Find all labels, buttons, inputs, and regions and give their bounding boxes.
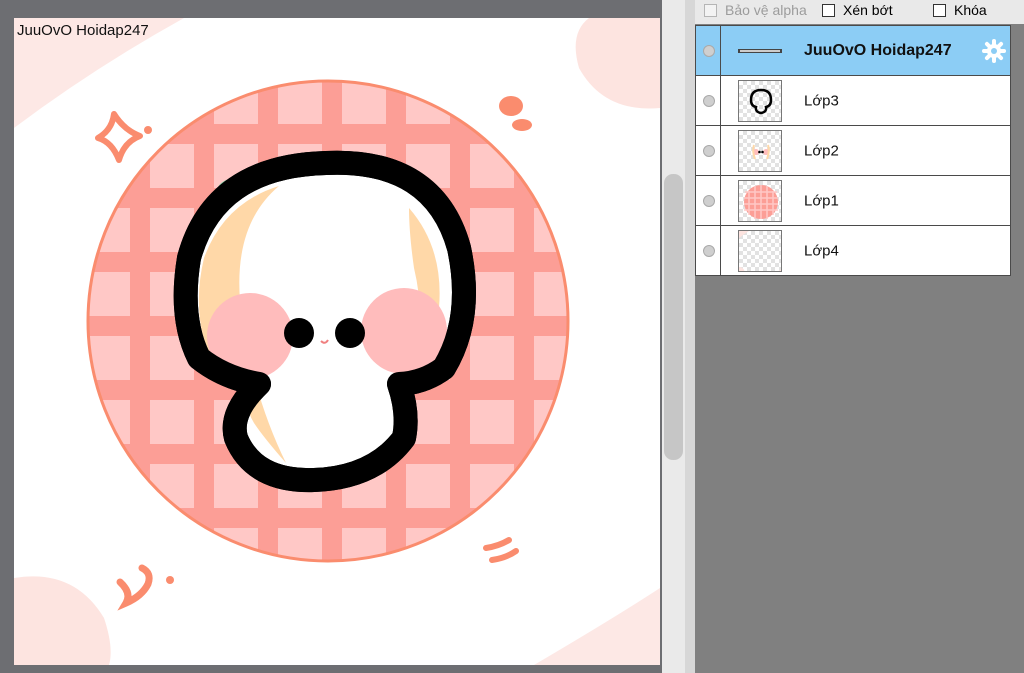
- plaid-circle-thumbnail-icon: [744, 185, 778, 219]
- panel-scroll-edge: [1011, 25, 1024, 673]
- layer-name: Lớp3: [804, 92, 839, 109]
- layer-row-2[interactable]: Lớp2: [695, 126, 1011, 176]
- canvas-scrollbar-thumb[interactable]: [664, 174, 683, 460]
- panel-divider[interactable]: [685, 0, 695, 673]
- skull-outline-thumbnail-icon: [749, 88, 773, 115]
- face-thumbnail-icon: [752, 144, 770, 160]
- lock-label: Khóa: [954, 2, 987, 18]
- visibility-column: [696, 126, 721, 175]
- layer-row-1[interactable]: Lớp1: [695, 176, 1011, 226]
- lock-checkbox[interactable]: [933, 3, 946, 17]
- layer-thumbnail: [738, 230, 782, 272]
- layer-name: Lớp2: [804, 142, 839, 159]
- layer-thumbnail: [738, 80, 782, 122]
- visibility-toggle-icon[interactable]: [703, 44, 715, 57]
- layers-panel: Bảo vệ alpha Xén bớt Khóa JuuOvO Hoidap2…: [695, 0, 1024, 673]
- visibility-column: [696, 176, 721, 225]
- drawing-canvas[interactable]: JuuOvO Hoidap247: [14, 18, 660, 665]
- layer-name: Lớp1: [804, 192, 839, 209]
- clip-label: Xén bớt: [843, 2, 893, 18]
- visibility-toggle-icon[interactable]: [703, 94, 715, 107]
- layer-row-signature[interactable]: JuuOvO Hoidap247: [695, 25, 1011, 76]
- gear-icon[interactable]: [982, 38, 1006, 63]
- visibility-column: [696, 226, 721, 275]
- layer-thumbnail: [738, 180, 782, 222]
- layer-name: JuuOvO Hoidap247: [804, 41, 952, 59]
- layer-thumbnail: [738, 30, 782, 72]
- text-thumbnail-icon: [738, 49, 782, 53]
- visibility-toggle-icon[interactable]: [703, 244, 715, 257]
- layer-thumbnail: [738, 130, 782, 172]
- visibility-column: [696, 26, 721, 75]
- visibility-toggle-icon[interactable]: [703, 194, 715, 207]
- layer-name: Lớp4: [804, 242, 839, 259]
- lock-option[interactable]: Khóa: [933, 0, 987, 20]
- clip-option[interactable]: Xén bớt: [822, 0, 893, 20]
- alpha-protect-checkbox[interactable]: [704, 3, 717, 17]
- clip-checkbox[interactable]: [822, 3, 835, 17]
- layer-row-3[interactable]: Lớp3: [695, 76, 1011, 126]
- visibility-column: [696, 76, 721, 125]
- canvas-artwork: [14, 18, 660, 665]
- canvas-signature-text: JuuOvO Hoidap247: [17, 22, 149, 39]
- layer-list: JuuOvO Hoidap247 Lớp3 Lớp2 Lớp1 Lớp4: [695, 25, 1011, 276]
- alpha-protect-option[interactable]: Bảo vệ alpha: [704, 0, 807, 20]
- canvas-area[interactable]: JuuOvO Hoidap247: [0, 0, 662, 673]
- layer-options-bar: Bảo vệ alpha Xén bớt Khóa: [695, 0, 1024, 24]
- corner-shapes-thumbnail-icon: [739, 231, 781, 271]
- visibility-toggle-icon[interactable]: [703, 144, 715, 157]
- alpha-protect-label: Bảo vệ alpha: [725, 2, 807, 18]
- layer-row-4[interactable]: Lớp4: [695, 226, 1011, 276]
